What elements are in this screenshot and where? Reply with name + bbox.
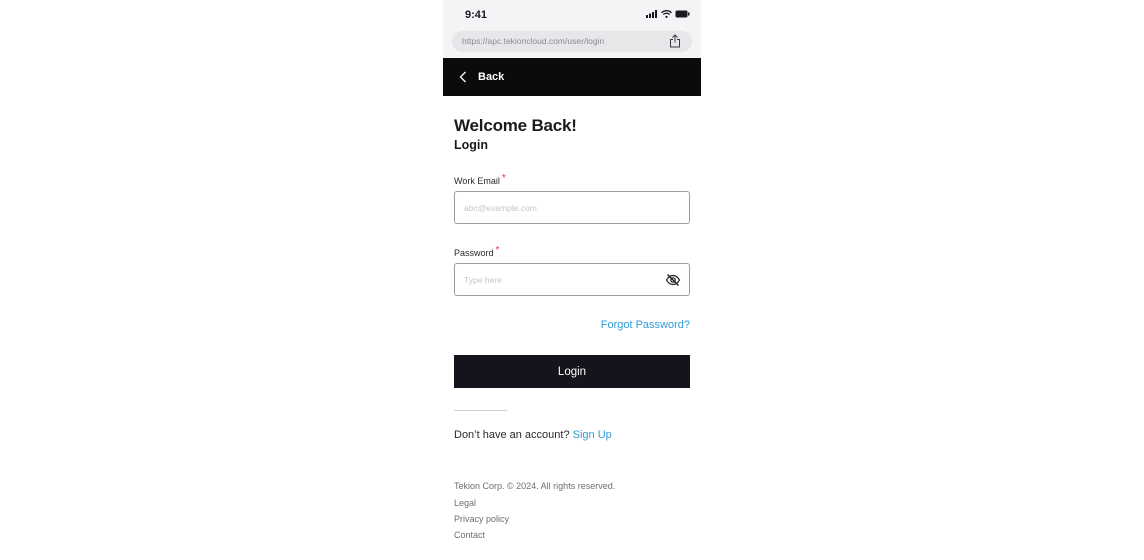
forgot-password-link[interactable]: Forgot Password?	[601, 319, 690, 331]
password-field[interactable]: Type here	[454, 263, 690, 296]
email-label: Work Email *	[454, 173, 506, 187]
url-text: https://apc.tekioncloud.com/user/login	[462, 36, 605, 46]
divider	[454, 410, 507, 411]
email-label-text: Work Email	[454, 176, 500, 186]
password-label: Password *	[454, 245, 500, 259]
password-placeholder: Type here	[464, 275, 502, 285]
page-subtitle: Login	[454, 138, 489, 152]
address-bar[interactable]: https://apc.tekioncloud.com/user/login	[452, 31, 692, 52]
signup-row: Don’t have an account? Sign Up	[454, 429, 612, 441]
signup-prompt: Don’t have an account?	[454, 429, 570, 441]
chevron-left-icon[interactable]	[459, 71, 467, 83]
status-time: 9:41	[465, 9, 488, 21]
share-icon[interactable]	[669, 34, 681, 48]
signup-link[interactable]: Sign Up	[573, 429, 612, 441]
battery-icon	[675, 10, 690, 18]
login-button[interactable]: Login	[454, 355, 690, 388]
status-icons	[646, 10, 690, 18]
footer-link-privacy[interactable]: Privacy policy	[454, 514, 509, 524]
password-label-text: Password	[454, 248, 494, 258]
page-title: Welcome Back!	[454, 116, 577, 135]
password-required-mark: *	[495, 245, 500, 256]
wifi-icon	[661, 10, 672, 18]
eye-off-icon[interactable]	[665, 272, 681, 288]
login-button-label: Login	[557, 365, 587, 378]
signal-icon	[646, 10, 657, 18]
email-placeholder: abc@example.com	[464, 203, 537, 213]
nav-bar: Back	[443, 58, 701, 96]
back-button[interactable]: Back	[478, 71, 504, 83]
footer-link-contact[interactable]: Contact	[454, 530, 485, 540]
email-field[interactable]: abc@example.com	[454, 191, 690, 224]
email-required-mark: *	[501, 173, 506, 184]
footer-copyright: Tekion Corp. © 2024. All rights reserved…	[454, 481, 616, 491]
phone-screen: 9:41 https://apc.tekioncloud.com/user/lo…	[443, 0, 701, 560]
browser-top-bar: 9:41 https://apc.tekioncloud.com/user/lo…	[443, 0, 701, 58]
footer-link-legal[interactable]: Legal	[454, 498, 476, 508]
